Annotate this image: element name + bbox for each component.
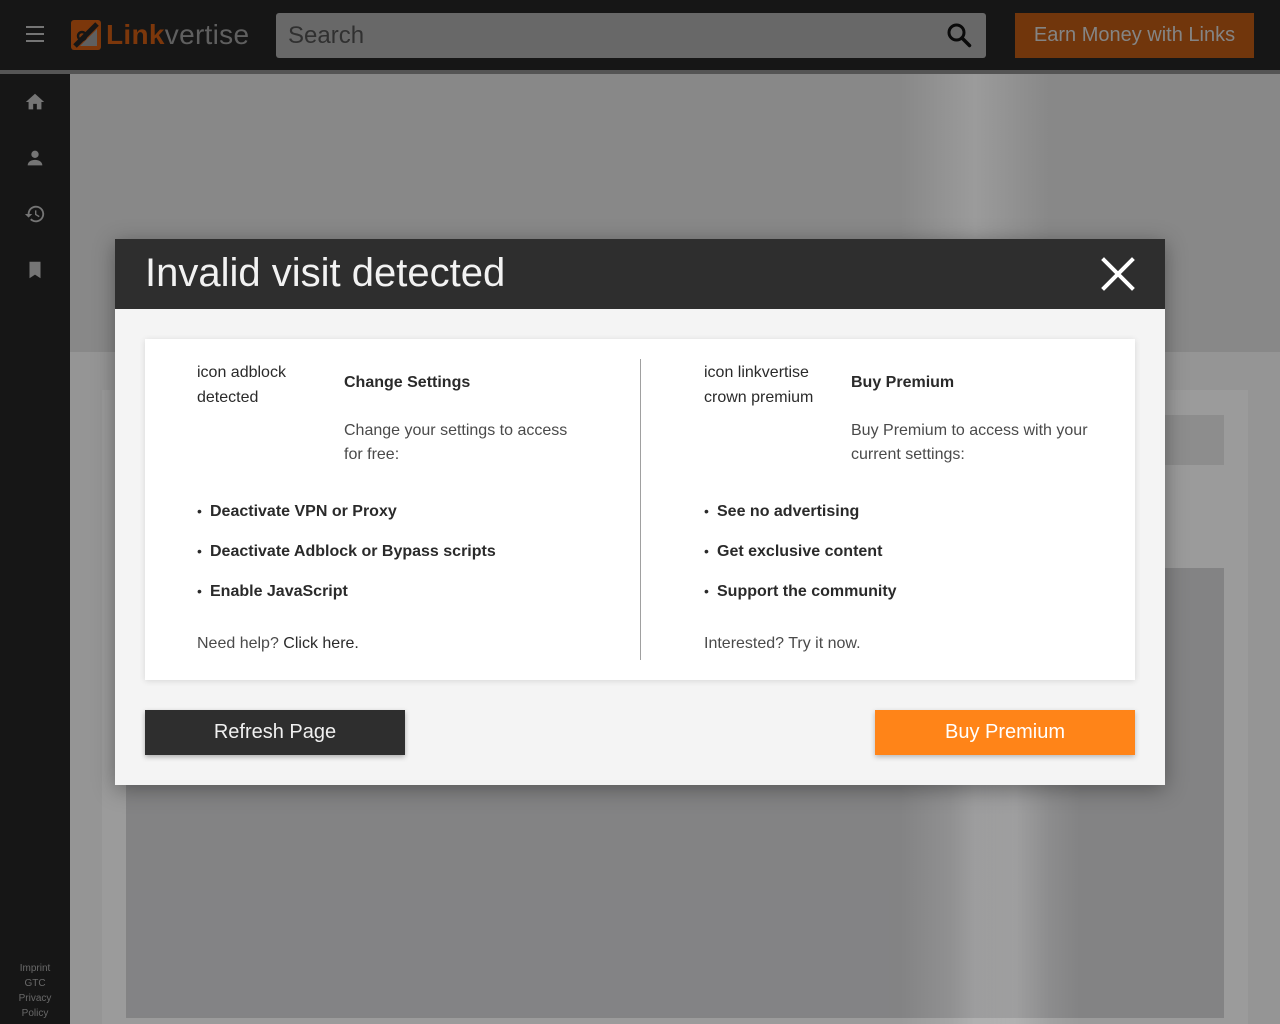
invalid-visit-modal: Invalid visit detected icon adblock dete… (115, 239, 1165, 785)
list-item: Deactivate VPN or Proxy (197, 499, 496, 539)
help-text: Need help? Click here. (197, 635, 359, 653)
buy-premium-heading: Buy Premium (851, 374, 955, 391)
list-item: Get exclusive content (704, 539, 897, 579)
list-item: See no advertising (704, 499, 897, 539)
buy-premium-button[interactable]: Buy Premium (875, 710, 1135, 755)
list-item: Deactivate Adblock or Bypass scripts (197, 539, 496, 579)
crown-premium-icon: icon linkvertise crown premium (704, 364, 814, 406)
change-settings-heading: Change Settings (344, 374, 471, 391)
settings-list: Deactivate VPN or Proxy Deactivate Adblo… (197, 499, 496, 619)
help-link[interactable]: Click here. (283, 635, 359, 652)
buy-premium-description: Buy Premium to access with your current … (851, 422, 1088, 463)
buy-premium-column: icon linkvertise crown premium Buy Premi… (704, 339, 1144, 680)
close-icon[interactable] (1099, 255, 1137, 293)
column-divider (640, 359, 641, 660)
refresh-page-button[interactable]: Refresh Page (145, 710, 405, 755)
backdrop-glare (950, 760, 1080, 1024)
help-label: Need help? (197, 635, 279, 652)
change-settings-description: Change your settings to access for free: (344, 422, 568, 463)
premium-cta-text: Interested? Try it now. (704, 635, 861, 652)
premium-benefits-list: See no advertising Get exclusive content… (704, 499, 897, 619)
modal-title: Invalid visit detected (145, 251, 506, 295)
change-settings-column: icon adblock detected Change Settings Ch… (197, 339, 637, 680)
options-panel: icon adblock detected Change Settings Ch… (145, 339, 1135, 680)
adblock-detected-icon: icon adblock detected (197, 364, 286, 406)
modal-header: Invalid visit detected (115, 239, 1165, 309)
list-item: Enable JavaScript (197, 579, 496, 619)
list-item: Support the community (704, 579, 897, 619)
